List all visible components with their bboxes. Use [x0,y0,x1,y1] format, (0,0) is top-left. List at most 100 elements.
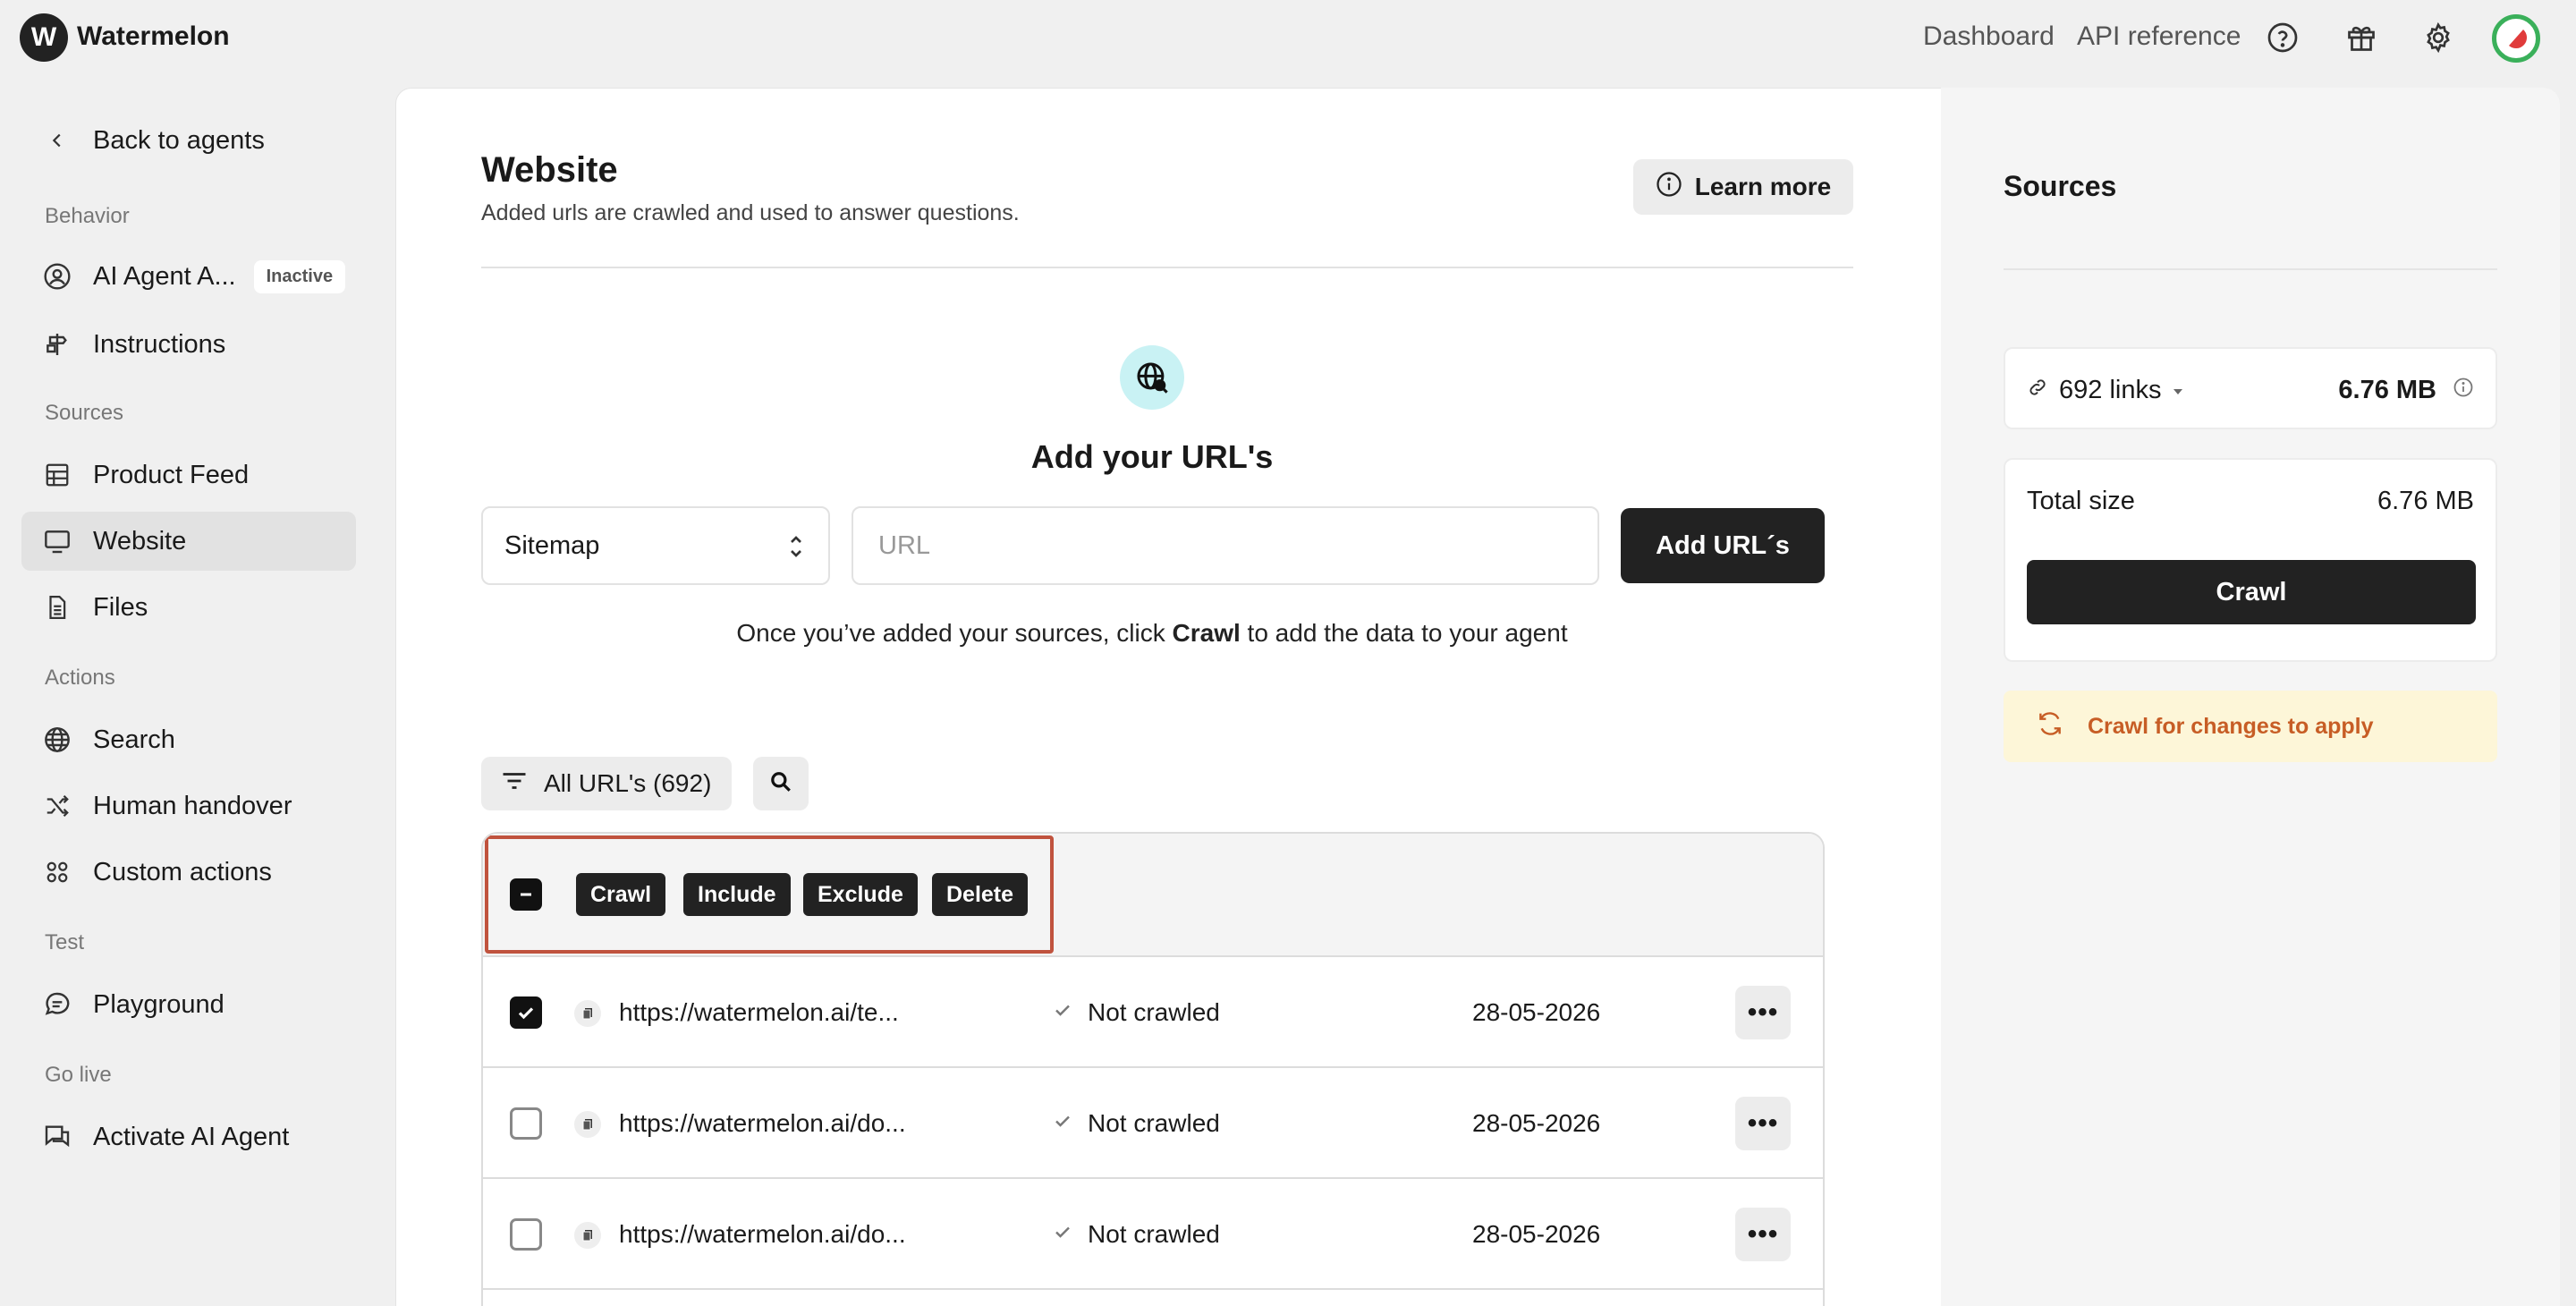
crawl-button[interactable]: Crawl [2027,560,2476,624]
sidebar-item-label: Playground [93,989,225,1019]
row-checkbox[interactable] [510,996,542,1029]
more-horizontal-icon: ••• [1747,997,1779,1027]
links-summary-card[interactable]: 692 links 6.76 MB [2004,347,2497,429]
sidebar-item-label: Search [93,725,175,754]
url-filter-button[interactable]: All URL's (692) [481,757,732,810]
link-chain-icon [2027,376,2048,405]
check-icon [1052,1220,1073,1249]
dashboard-link[interactable]: Dashboard [1923,21,2055,52]
table-row[interactable]: https://watermelon.ai/do... Not crawled … [483,1179,1823,1290]
learn-more-button[interactable]: Learn more [1633,159,1853,215]
sidebar-item-files[interactable]: Files [21,578,356,637]
row-date: 28-05-2026 [1472,1109,1601,1137]
bulk-include-button[interactable]: Include [683,873,791,916]
user-avatar[interactable] [2492,14,2540,63]
row-more-button[interactable]: ••• [1735,1097,1791,1150]
row-url[interactable]: https://watermelon.ai/do... [619,1109,906,1138]
help-icon[interactable] [2263,18,2302,57]
section-test: Test [45,930,85,954]
url-input[interactable] [852,506,1599,585]
back-to-agents-link[interactable]: Back to agents [21,111,356,170]
signpost-icon [41,328,73,360]
apps-grid-icon [41,856,73,888]
chat-double-icon [41,1121,73,1153]
chevron-up-down-icon [787,533,805,567]
document-copy-icon [574,1222,601,1249]
sidebar-item-playground[interactable]: Playground [21,975,356,1034]
globe-icon [41,724,73,756]
check-icon [1052,998,1073,1027]
links-size-value: 6.76 MB [2338,376,2436,404]
sidebar-item-activate[interactable]: Activate AI Agent [21,1107,356,1166]
row-more-button[interactable]: ••• [1735,986,1791,1039]
search-urls-button[interactable] [753,757,809,810]
chat-bubble-icon [41,988,73,1021]
info-small-icon[interactable] [2453,376,2474,405]
sidebar-item-label: Product Feed [93,460,250,489]
row-status: Not crawled [1052,1220,1220,1249]
sidebar-item-custom-actions[interactable]: Custom actions [21,843,356,902]
sidebar-item-label: AI Agent A... [93,261,236,291]
user-circle-icon [41,260,73,293]
total-size-label: Total size [2027,487,2135,515]
sidebar-item-label: Instructions [93,329,226,359]
table-grid-icon [41,459,73,491]
row-date: 28-05-2026 [1472,1220,1601,1248]
hint-bold: Crawl [1172,619,1241,647]
shuffle-icon [41,790,73,822]
bulk-exclude-button[interactable]: Exclude [803,873,918,916]
row-more-button[interactable]: ••• [1735,1208,1791,1261]
add-urls-button[interactable]: Add URL´s [1621,508,1825,583]
source-type-select[interactable]: Sitemap [481,506,830,585]
settings-gear-icon[interactable] [2419,18,2458,57]
sidebar-item-search[interactable]: Search [21,710,356,769]
sources-title: Sources [2004,170,2117,202]
sidebar-item-website[interactable]: Website [21,512,356,571]
header-divider [481,267,1853,268]
table-row[interactable]: https://watermelon.ai/do... Not crawled … [483,1068,1823,1179]
crawl-hint-text: Once you’ve added your sources, click Cr… [481,619,1823,648]
sidebar-item-instructions[interactable]: Instructions [21,315,356,374]
more-horizontal-icon: ••• [1747,1108,1779,1138]
select-all-checkbox[interactable] [510,878,542,911]
api-reference-link[interactable]: API reference [2077,21,2241,52]
gift-icon[interactable] [2342,18,2381,57]
sidebar-item-label: Human handover [93,791,292,820]
bulk-delete-button[interactable]: Delete [932,873,1029,916]
status-badge: Inactive [253,259,346,293]
links-dropdown[interactable]: 692 links [2027,376,2184,405]
caret-down-icon [2172,376,2184,405]
page-subtitle: Added urls are crawled and used to answe… [481,200,1020,225]
row-date: 28-05-2026 [1472,998,1601,1026]
sidebar-item-product-feed[interactable]: Product Feed [21,445,356,505]
check-icon [1052,1109,1073,1138]
url-table: Crawl Include Exclude Delete https://wat… [481,832,1825,1306]
section-go-live: Go live [45,1063,112,1087]
sidebar-item-label: Activate AI Agent [93,1122,290,1151]
page-title: Website [481,150,618,190]
filter-label: All URL's (692) [544,769,712,797]
info-icon [1656,171,1682,204]
total-size-card: Total size 6.76 MB Crawl [2004,458,2497,662]
row-status: Not crawled [1052,998,1220,1027]
hint-post: to add the data to your agent [1240,619,1568,647]
crawl-warning: Crawl for changes to apply [2004,691,2497,762]
bulk-crawl-button[interactable]: Crawl [576,873,666,916]
watermelon-logo[interactable]: W [20,13,68,62]
sidebar-item-human-handover[interactable]: Human handover [21,776,356,835]
row-url[interactable]: https://watermelon.ai/te... [619,998,899,1027]
table-row[interactable]: https://watermelon.ai/te... Not crawled … [483,957,1823,1068]
filter-icon [501,769,528,799]
source-type-value: Sitemap [504,530,600,560]
hint-pre: Once you’ve added your sources, click [736,619,1173,647]
links-size: 6.76 MB [2338,376,2474,405]
row-checkbox[interactable] [510,1218,542,1251]
row-checkbox[interactable] [510,1107,542,1140]
sidebar-item-ai-agent[interactable]: AI Agent A... Inactive [21,247,356,306]
logo-letter: W [30,22,57,52]
sources-divider [2004,268,2497,270]
row-url[interactable]: https://watermelon.ai/do... [619,1220,906,1249]
row-status-label: Not crawled [1088,1109,1220,1137]
sidebar-item-label: Files [93,592,148,622]
add-urls-heading: Add your URL's [1030,438,1274,475]
